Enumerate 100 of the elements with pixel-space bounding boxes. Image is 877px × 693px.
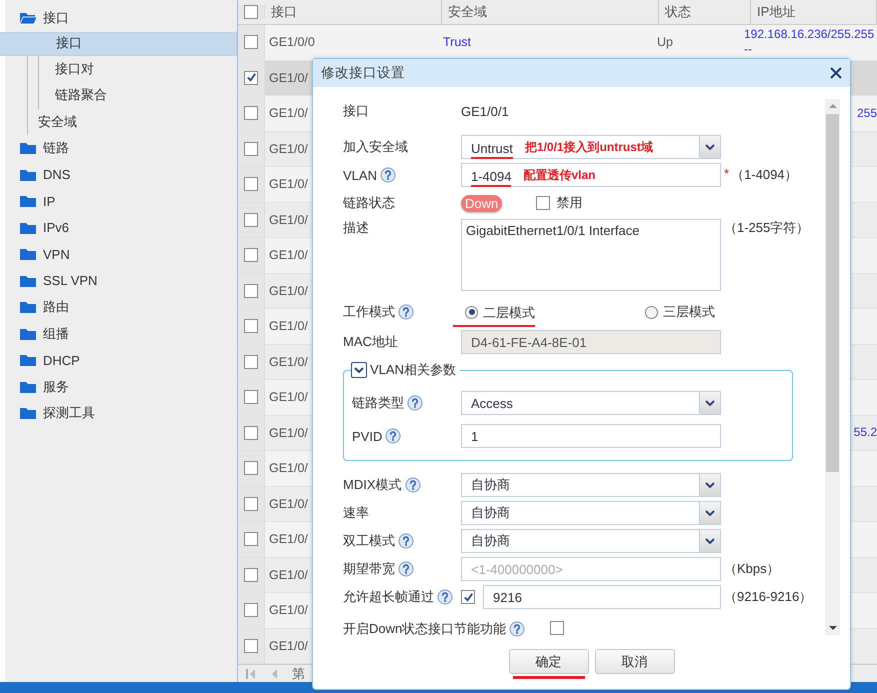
input-field[interactable]: 1 (461, 424, 721, 448)
page-label: 第 (292, 665, 305, 682)
checkbox[interactable] (461, 590, 475, 604)
ip-link[interactable]: 55.2 (854, 425, 877, 440)
dropdown[interactable]: 自协商 (461, 501, 721, 525)
dropdown[interactable]: Access (461, 391, 721, 415)
help-icon[interactable] (398, 304, 414, 320)
sidebar-item[interactable]: IPv6 (5, 214, 237, 241)
row-checkbox[interactable] (244, 461, 258, 476)
radio-button[interactable] (465, 306, 478, 318)
sidebar-item[interactable]: 安全域 (38, 108, 237, 135)
sidebar-item[interactable]: 链路聚合 (55, 82, 237, 108)
row-checkbox[interactable] (244, 142, 258, 156)
sidebar-item[interactable]: DHCP (5, 347, 237, 374)
field-label: 加入安全域 (343, 138, 408, 156)
row-checkbox[interactable] (244, 248, 258, 262)
row-checkbox[interactable] (244, 354, 258, 369)
column-header[interactable]: IP地址 (751, 0, 877, 24)
caret-icon (705, 482, 715, 488)
close-icon[interactable] (830, 67, 842, 79)
row-checkbox[interactable] (244, 35, 258, 50)
caret-icon (705, 538, 715, 544)
scrollbar[interactable] (825, 99, 840, 635)
range-hint: （9216-9216） (724, 588, 812, 606)
scroll-down-icon[interactable] (828, 626, 836, 631)
range-hint: （1-255字符） (724, 219, 810, 237)
sidebar-item[interactable]: 接口 (0, 32, 237, 56)
field-label: 描述 (343, 219, 369, 237)
help-icon[interactable] (437, 589, 453, 605)
column-header[interactable]: 接口 (265, 0, 442, 24)
scroll-up-icon[interactable] (828, 103, 836, 108)
help-icon[interactable] (398, 533, 414, 549)
row-checkbox[interactable] (244, 496, 258, 511)
row-checkbox[interactable] (244, 177, 258, 192)
row-checkbox[interactable] (244, 568, 258, 582)
row-checkbox[interactable] (244, 319, 258, 334)
help-icon[interactable] (509, 621, 526, 637)
ip-link[interactable]: 255 (856, 106, 877, 121)
caret-icon (354, 367, 364, 373)
collapse-toggle[interactable] (351, 362, 367, 378)
caret-icon (705, 400, 715, 406)
dialog-title: 修改接口设置 (321, 64, 405, 82)
checkbox[interactable] (536, 196, 550, 210)
sidebar-item[interactable]: SSL VPN (5, 268, 237, 294)
sidebar-item[interactable]: 链路 (5, 135, 237, 162)
row-checkbox[interactable] (244, 426, 258, 440)
table-cell: GE1/0/ (269, 284, 308, 298)
sidebar-item[interactable]: VPN (5, 241, 237, 268)
dialog-button[interactable]: 取消 (594, 649, 674, 674)
row-checkbox[interactable] (244, 70, 258, 85)
help-icon[interactable] (385, 428, 402, 444)
table-cell: GE1/0/ (269, 390, 308, 404)
sidebar-item[interactable]: 服务 (5, 374, 237, 400)
column-header[interactable]: 安全域 (442, 0, 659, 24)
radio-button[interactable] (645, 306, 658, 318)
status-badge: Down (461, 194, 502, 212)
checkbox[interactable] (550, 620, 564, 634)
ip-link[interactable]: 192.168.16.236/255.255 (744, 27, 874, 42)
dropdown[interactable]: 自协商 (461, 473, 721, 497)
row-checkbox[interactable] (244, 284, 258, 298)
help-icon[interactable] (404, 477, 420, 493)
sidebar-item[interactable]: 探测工具 (5, 400, 237, 426)
row-checkbox[interactable] (244, 603, 258, 618)
input-field[interactable]: 9216 (483, 585, 721, 609)
table-cell: GE1/0/ (269, 532, 308, 546)
annotation-underline (512, 676, 584, 679)
help-icon[interactable] (398, 561, 414, 577)
header-checkbox[interactable] (244, 5, 258, 19)
sidebar-item[interactable]: DNS (5, 162, 237, 188)
sidebar-item[interactable]: 路由 (5, 294, 237, 320)
field-label: 双工模式 (343, 532, 395, 550)
table-cell: GE1/0/ (269, 354, 308, 369)
ip-link[interactable]: -- (744, 42, 752, 58)
table-cell: GE1/0/ (269, 142, 308, 156)
row-checkbox[interactable] (244, 212, 258, 227)
annotation-text: 配置透传vlan (523, 166, 596, 184)
dialog-button[interactable]: 确定 (508, 649, 588, 674)
column-header[interactable]: 状态 (659, 0, 751, 24)
sidebar-item[interactable]: 接口对 (55, 56, 237, 82)
help-icon[interactable] (407, 395, 423, 411)
table-cell: Up (657, 35, 673, 50)
help-icon[interactable] (380, 167, 396, 183)
range-hint: （Kbps） (724, 560, 780, 578)
field-value: GE1/0/1 (461, 104, 509, 118)
row-checkbox[interactable] (244, 106, 258, 120)
input-field[interactable]: 1-4094 配置透传vlan (461, 163, 721, 187)
dropdown[interactable]: Untrust 把1/0/1接入到untrust域 (461, 135, 721, 159)
first-page-icon[interactable] (246, 668, 256, 680)
zone-link[interactable]: Trust (443, 35, 472, 50)
sidebar-item[interactable]: 接口 (5, 5, 237, 32)
row-checkbox[interactable] (244, 390, 258, 404)
row-checkbox[interactable] (244, 638, 258, 653)
field-label: 接口 (343, 102, 369, 120)
table-cell: GE1/0/ (269, 248, 308, 262)
row-checkbox[interactable] (244, 532, 258, 546)
field-label: MAC地址 (343, 333, 398, 351)
description-textarea[interactable]: GigabitEthernet1/0/1 Interface (461, 219, 721, 291)
sidebar-item[interactable]: 组播 (5, 320, 237, 347)
sidebar-item[interactable]: IP (5, 188, 237, 214)
dropdown[interactable]: 自协商 (461, 529, 721, 553)
